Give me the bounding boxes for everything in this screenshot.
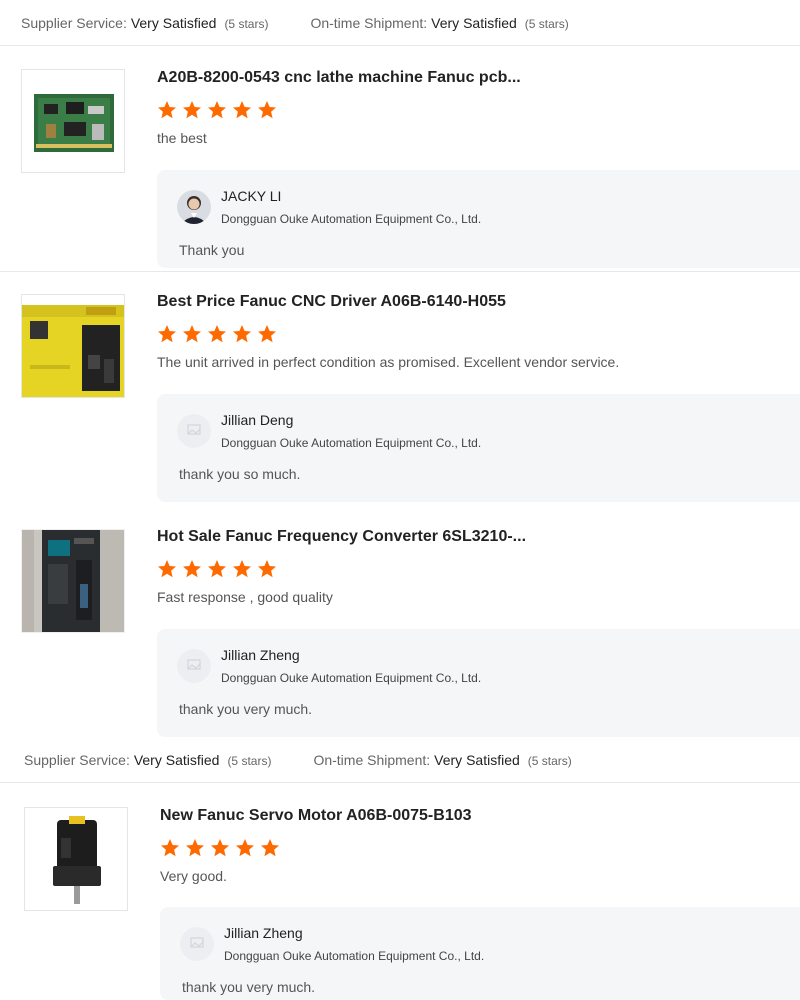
person-avatar-icon	[177, 190, 211, 224]
product-title-link[interactable]: A20B-8200-0543 cnc lathe machine Fanuc p…	[157, 69, 521, 87]
reply-author: Jillian Deng	[221, 412, 294, 428]
star-icon	[158, 325, 176, 343]
pcb-board-image	[22, 70, 124, 172]
star-icon	[261, 839, 279, 857]
shipment-value: Very Satisfied	[431, 14, 517, 31]
reply-author: JACKY LI	[221, 188, 282, 204]
product-title-link[interactable]: New Fanuc Servo Motor A06B-0075-B103	[160, 807, 472, 825]
divider	[0, 271, 800, 272]
review-comment: The unit arrived in perfect condition as…	[157, 354, 620, 370]
reply-company: Dongguan Ouke Automation Equipment Co., …	[224, 949, 485, 963]
servo-motor-image	[25, 808, 127, 910]
avatar	[177, 414, 211, 448]
avatar	[177, 649, 211, 683]
star-icon	[208, 325, 226, 343]
star-icon	[208, 560, 226, 578]
shipment-label: On-time Shipment:	[310, 14, 428, 31]
supplier-service-rating: Supplier Service: Very Satisfied (5 star…	[24, 752, 271, 768]
star-icon	[258, 325, 276, 343]
supplier-service-label: Supplier Service:	[24, 751, 130, 768]
product-thumbnail[interactable]	[21, 69, 125, 173]
star-icon	[183, 560, 201, 578]
shipment-rating: On-time Shipment: Very Satisfied (5 star…	[310, 15, 568, 31]
supplier-service-value: Very Satisfied	[130, 14, 217, 31]
star-icon	[208, 101, 226, 119]
review-comment: Very good.	[160, 868, 227, 884]
product-thumbnail[interactable]	[21, 529, 125, 633]
star-icon	[233, 325, 251, 343]
supplier-rating-bar: Supplier Service: Very Satisfied (5 star…	[0, 737, 800, 783]
star-icon	[183, 325, 201, 343]
star-rating	[157, 324, 282, 344]
reply-company: Dongguan Ouke Automation Equipment Co., …	[221, 212, 482, 226]
supplier-service-stars: (5 stars)	[227, 753, 272, 768]
shipment-rating: On-time Shipment: Very Satisfied (5 star…	[313, 752, 571, 768]
review-comment: Fast response , good quality	[157, 589, 333, 605]
reply-company: Dongguan Ouke Automation Equipment Co., …	[221, 436, 482, 450]
supplier-service-value: Very Satisfied	[133, 751, 220, 768]
star-icon	[158, 101, 176, 119]
star-icon	[158, 560, 176, 578]
star-rating	[157, 100, 282, 120]
supplier-service-label: Supplier Service:	[21, 14, 127, 31]
star-rating	[157, 559, 282, 579]
reply-author: Jillian Zheng	[221, 647, 300, 663]
product-title-link[interactable]: Hot Sale Fanuc Frequency Converter 6SL32…	[157, 528, 526, 546]
reply-author: Jillian Zheng	[224, 925, 303, 941]
review-comment: the best	[157, 130, 207, 146]
star-icon	[258, 101, 276, 119]
placeholder-avatar-icon	[180, 927, 214, 961]
supplier-service-stars: (5 stars)	[224, 16, 269, 31]
reply-text: thank you so much.	[179, 466, 301, 482]
product-title-link[interactable]: Best Price Fanuc CNC Driver A06B-6140-H0…	[157, 293, 506, 311]
star-rating	[160, 838, 285, 858]
product-thumbnail[interactable]	[21, 294, 125, 398]
shipment-value: Very Satisfied	[434, 751, 520, 768]
star-icon	[258, 560, 276, 578]
supplier-rating-bar: Supplier Service: Very Satisfied (5 star…	[0, 0, 800, 46]
product-thumbnail[interactable]	[24, 807, 128, 911]
star-icon	[161, 839, 179, 857]
supplier-service-rating: Supplier Service: Very Satisfied (5 star…	[21, 15, 268, 31]
shipment-stars: (5 stars)	[527, 753, 572, 768]
avatar	[177, 190, 211, 224]
placeholder-avatar-icon	[177, 414, 211, 448]
star-icon	[211, 839, 229, 857]
reply-company: Dongguan Ouke Automation Equipment Co., …	[221, 671, 482, 685]
reply-text: Thank you	[179, 242, 245, 258]
seller-reply: Jillian Zheng Dongguan Ouke Automation E…	[157, 629, 800, 737]
avatar	[180, 927, 214, 961]
seller-reply: Jillian Deng Dongguan Ouke Automation Eq…	[157, 394, 800, 502]
star-icon	[186, 839, 204, 857]
placeholder-avatar-icon	[177, 649, 211, 683]
fanuc-drive-image	[22, 295, 124, 397]
reply-text: thank you very much.	[179, 701, 313, 717]
shipment-label: On-time Shipment:	[313, 751, 431, 768]
seller-reply: Jillian Zheng Dongguan Ouke Automation E…	[160, 907, 800, 1000]
star-icon	[233, 101, 251, 119]
seller-reply: JACKY LI Dongguan Ouke Automation Equipm…	[157, 170, 800, 268]
star-icon	[236, 839, 254, 857]
reply-text: thank you very much.	[182, 979, 316, 995]
star-icon	[233, 560, 251, 578]
shipment-stars: (5 stars)	[524, 16, 569, 31]
frequency-converter-image	[22, 530, 124, 632]
star-icon	[183, 101, 201, 119]
